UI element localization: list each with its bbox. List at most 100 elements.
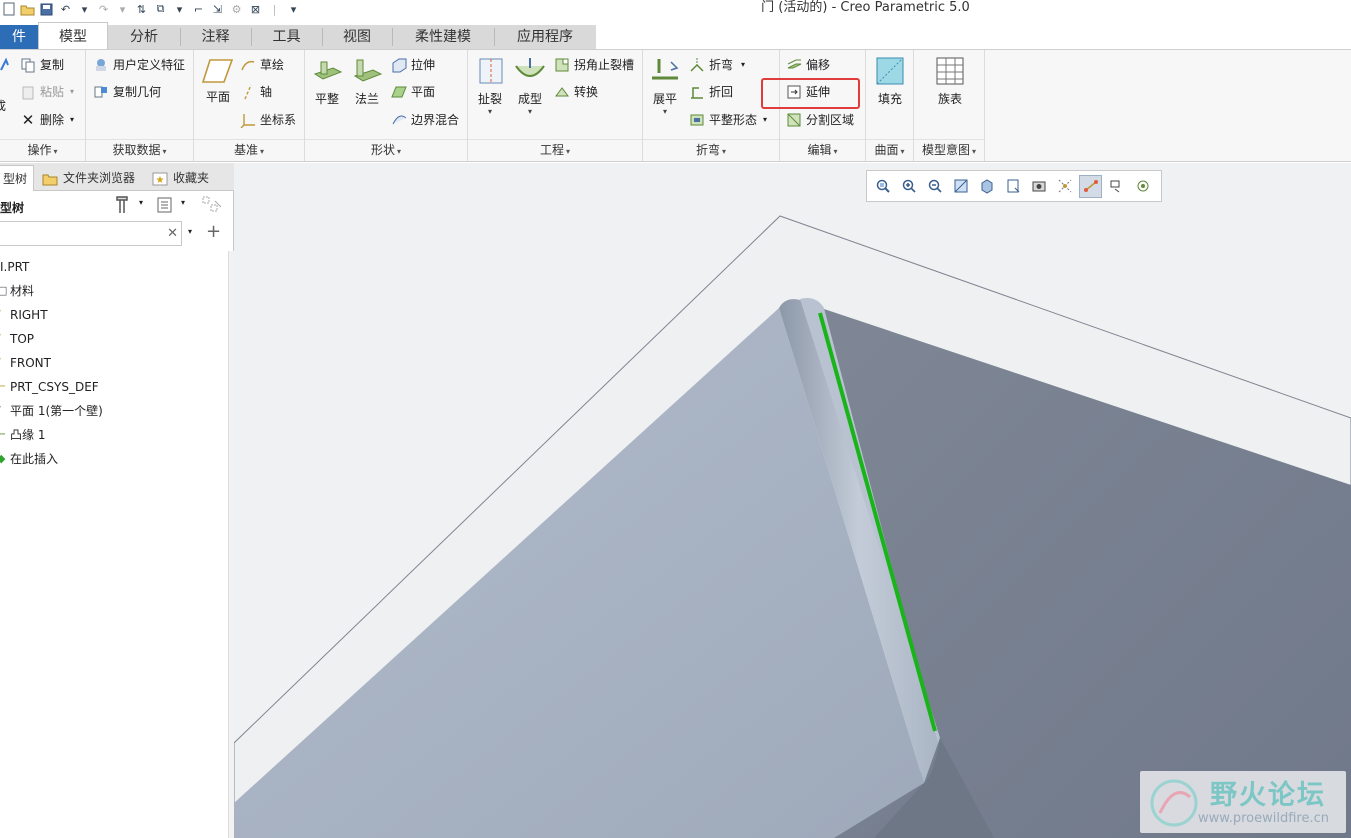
tree-item-csys[interactable]: ⌐ PRT_CSYS_DEF	[0, 375, 230, 399]
bend-label: 折弯	[709, 58, 734, 72]
show-menu-icon[interactable]	[156, 195, 174, 218]
repaint-icon[interactable]	[949, 175, 972, 198]
flat-wall-button[interactable]: 平整	[309, 56, 345, 107]
form-label: 成型	[517, 92, 542, 106]
extrude-button[interactable]: 拉伸	[391, 54, 435, 76]
clear-search-icon[interactable]: ✕	[167, 226, 178, 241]
offset-label: 偏移	[806, 58, 831, 72]
coordinate-system-label: 坐标系	[260, 113, 297, 127]
paste-button[interactable]: 粘贴 ▾	[20, 81, 74, 103]
tab-file[interactable]: 件	[0, 25, 38, 49]
chevron-down-icon[interactable]: ▾	[181, 198, 185, 207]
rip-button[interactable]: 扯裂 ▾	[472, 56, 508, 116]
fill-button[interactable]: 填充	[872, 56, 908, 107]
boundary-blend-button[interactable]: 边界混合	[391, 109, 459, 131]
bend-button[interactable]: 折弯 ▾	[689, 54, 745, 76]
chevron-down-icon[interactable]: ▾	[188, 227, 192, 236]
family-table-button[interactable]: 族表	[928, 56, 972, 107]
regenerate-text: 成	[0, 99, 7, 113]
bend-back-button[interactable]: 折回	[689, 81, 733, 103]
svg-text:★: ★	[156, 175, 165, 186]
delete-button[interactable]: ✕ 删除 ▾	[20, 109, 74, 131]
flange-button[interactable]: 法兰	[349, 56, 385, 107]
chevron-down-icon[interactable]: ▾	[139, 198, 143, 207]
zoom-out-icon[interactable]	[923, 175, 946, 198]
unbend-button[interactable]: 展平 ▾	[647, 56, 683, 116]
group-label-engineering[interactable]: 工程 ▾	[468, 139, 642, 159]
group-model-intent: 族表 模型意图 ▾	[914, 50, 985, 161]
annotation-display-icon[interactable]	[1105, 175, 1128, 198]
chevron-down-icon: ▾	[397, 147, 402, 156]
coordinate-system-button[interactable]: 坐标系	[240, 109, 296, 131]
tree-item-front[interactable]: / FRONT	[0, 351, 230, 375]
form-button[interactable]: 成型 ▾	[512, 56, 548, 116]
forum-logo-icon	[1150, 779, 1198, 827]
tree-item-part[interactable]: I.PRT	[0, 255, 230, 279]
chevron-down-icon: ▾	[833, 147, 838, 156]
datum-display-icon[interactable]	[1079, 174, 1102, 198]
tree-filter-icon[interactable]	[201, 195, 223, 218]
user-defined-feature-button[interactable]: 用户定义特征	[93, 54, 185, 76]
flange-label: 法兰	[354, 92, 379, 106]
add-icon[interactable]: +	[206, 221, 221, 242]
split-area-button[interactable]: 分割区域	[786, 109, 854, 131]
datum-plane-button[interactable]: 平面	[200, 58, 236, 105]
refit-icon[interactable]	[871, 175, 894, 198]
tree-item-right[interactable]: / RIGHT	[0, 303, 230, 327]
regenerate-button[interactable]	[0, 54, 18, 76]
tab-folder-browser[interactable]: 文件夹浏览器	[38, 165, 139, 191]
sheetmetal-model[interactable]	[234, 163, 1351, 838]
group-label-shapes[interactable]: 形状 ▾	[305, 139, 467, 159]
saved-orientations-icon[interactable]	[1001, 175, 1024, 198]
tab-view[interactable]: 视图	[322, 25, 392, 49]
tree-item-top[interactable]: / TOP	[0, 327, 230, 351]
group-label-surfaces[interactable]: 曲面 ▾	[866, 139, 913, 159]
graphics-window[interactable]	[234, 163, 1351, 838]
conversion-button[interactable]: 转换	[554, 81, 598, 103]
group-label-get-data[interactable]: 获取数据 ▾	[86, 139, 193, 159]
group-label-datum[interactable]: 基准 ▾	[194, 139, 304, 159]
tab-model-tree[interactable]: 型树	[0, 165, 34, 191]
tree-search-input[interactable]: ✕	[0, 221, 182, 246]
forum-watermark: 野火论坛 www.proewildfire.cn	[1140, 771, 1346, 833]
group-label-editing[interactable]: 编辑 ▾	[780, 139, 865, 159]
flat-pattern-button[interactable]: 平整形态 ▾	[689, 109, 767, 131]
perspective-icon[interactable]	[1053, 175, 1076, 198]
group-label-operations[interactable]: 操作 ▾	[0, 139, 85, 159]
planar-button[interactable]: 平面	[391, 81, 435, 103]
tree-settings-icon[interactable]	[113, 195, 135, 218]
flange-icon: ⌐	[0, 428, 7, 441]
tab-model[interactable]: 模型	[38, 22, 108, 50]
tree-item-planar-wall[interactable]: / 平面 1(第一个壁)	[0, 399, 230, 423]
copy-button[interactable]: 复制	[20, 54, 64, 76]
tab-analysis[interactable]: 分析	[108, 25, 180, 49]
group-label-model-intent[interactable]: 模型意图 ▾	[914, 139, 984, 159]
tab-applications[interactable]: 应用程序	[494, 25, 596, 49]
sketch-button[interactable]: 草绘	[240, 54, 284, 76]
tab-annotate[interactable]: 注释	[180, 25, 251, 49]
axis-button[interactable]: 轴	[240, 81, 272, 103]
chevron-down-icon: ▾	[722, 147, 727, 156]
group-operations: 成 复制 粘贴 ▾ ✕ 删除 ▾ 操作 ▾	[0, 50, 86, 161]
tree-item-material[interactable]: □ 材料	[0, 279, 230, 303]
offset-button[interactable]: 偏移	[786, 54, 830, 76]
ribbon-tabs: 件 模型 分析 注释 工具 视图 柔性建模 应用程序	[0, 22, 1351, 50]
group-label-bends[interactable]: 折弯 ▾	[643, 139, 779, 159]
tab-tools[interactable]: 工具	[251, 25, 322, 49]
spin-center-icon[interactable]	[1131, 175, 1154, 198]
tree-item-insert-here[interactable]: ◆ 在此插入	[0, 447, 230, 471]
datum-plane-icon: /	[0, 351, 1, 375]
view-manager-icon[interactable]	[1027, 175, 1050, 198]
tree-item-flange[interactable]: ⌐ 凸缘 1	[0, 423, 230, 447]
unbend-label: 展平	[652, 92, 677, 106]
paste-label: 粘贴	[40, 85, 65, 99]
forum-url: www.proewildfire.cn	[1198, 811, 1329, 826]
tab-flexible-modeling[interactable]: 柔性建模	[392, 25, 494, 49]
chevron-down-icon: ▾	[566, 147, 571, 156]
chevron-down-icon: ▾	[70, 87, 75, 96]
copy-geometry-button[interactable]: 复制几何	[93, 81, 161, 103]
tab-favorites[interactable]: ★ 收藏夹	[148, 165, 213, 191]
zoom-in-icon[interactable]	[897, 175, 920, 198]
corner-relief-button[interactable]: 拐角止裂槽	[554, 54, 634, 76]
display-style-icon[interactable]	[975, 175, 998, 198]
